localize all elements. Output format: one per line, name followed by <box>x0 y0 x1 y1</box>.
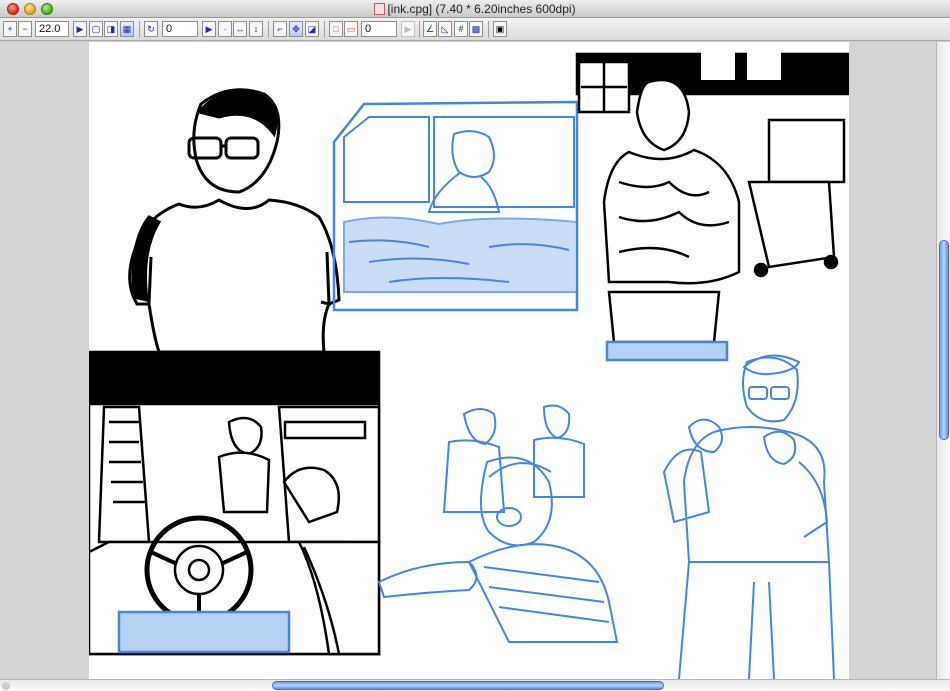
panel-fists-man <box>662 354 835 679</box>
document-icon <box>374 3 386 15</box>
comic-artwork <box>89 42 849 679</box>
zoom-apply-button[interactable]: ▶ <box>73 21 87 37</box>
toolbar: + − 22.0 ▶ ▢ ◨ ▦ ↻ 0 ▶ · ↔ ↕ ⌐ ✥ ◪ □ ▭ 0… <box>0 18 950 41</box>
title-bar: [ink.cpg] (7.40 * 6.20inches 600dpi) <box>0 0 950 18</box>
grid-icon[interactable]: # <box>454 21 468 37</box>
rotate-input[interactable]: 0 <box>162 21 198 37</box>
transform-icon[interactable]: ◪ <box>305 21 319 37</box>
panel-man-tshirt <box>128 88 341 354</box>
horizontal-scrollbar[interactable] <box>0 679 950 691</box>
toolbar-separator <box>419 21 420 38</box>
fit-page-button[interactable]: ▢ <box>89 21 103 37</box>
layer-apply-button[interactable]: ▶ <box>401 21 415 37</box>
crop-icon[interactable]: ⌐ <box>273 21 287 37</box>
page-view-icon[interactable]: ▣ <box>493 21 507 37</box>
panel-shouting-man <box>377 404 619 643</box>
flip-vertical-button[interactable]: ↕ <box>249 21 263 37</box>
rotate-apply-button[interactable]: ▶ <box>202 21 216 37</box>
layer-input[interactable]: 0 <box>361 21 397 37</box>
fit-width-button[interactable]: ◨ <box>104 21 118 37</box>
window-title-text: [ink.cpg] (7.40 * 6.20inches 600dpi) <box>387 2 576 16</box>
window-title: [ink.cpg] (7.40 * 6.20inches 600dpi) <box>0 2 950 16</box>
triangle-ruler-icon[interactable]: ◺ <box>438 21 452 37</box>
rotate-icon[interactable]: ↻ <box>144 21 158 37</box>
canvas-area[interactable] <box>0 42 936 679</box>
rotate-reset-button[interactable]: · <box>218 21 232 37</box>
frame-icon[interactable]: □ <box>329 21 343 37</box>
move-icon[interactable]: ✥ <box>289 21 303 37</box>
panel-car-phone <box>332 100 579 312</box>
scroll-corner <box>2 682 10 690</box>
panel-steering-wheel <box>89 350 381 656</box>
toolbar-separator <box>139 21 140 38</box>
toolbar-separator <box>268 21 269 38</box>
actual-size-button[interactable]: ▦ <box>120 21 134 37</box>
vertical-scrollbar[interactable] <box>936 42 950 679</box>
zoom-input[interactable]: 22.0 <box>35 21 69 37</box>
toolbar-separator <box>324 21 325 38</box>
zoom-out-button[interactable]: − <box>18 21 32 37</box>
zoom-in-button[interactable]: + <box>3 21 17 37</box>
vertical-scroll-thumb[interactable] <box>939 240 949 440</box>
toolbar-separator <box>488 21 489 38</box>
horizontal-scroll-thumb[interactable] <box>272 681 664 690</box>
ruler-icon[interactable]: ∠ <box>423 21 437 37</box>
perspective-grid-icon[interactable]: ▩ <box>469 21 483 37</box>
flip-horizontal-button[interactable]: ↔ <box>233 21 247 37</box>
panel-supermarket <box>575 42 849 362</box>
balloon-icon[interactable]: ▭ <box>344 21 358 37</box>
app-window: [ink.cpg] (7.40 * 6.20inches 600dpi) + −… <box>0 0 950 691</box>
artwork-page[interactable] <box>89 42 849 679</box>
